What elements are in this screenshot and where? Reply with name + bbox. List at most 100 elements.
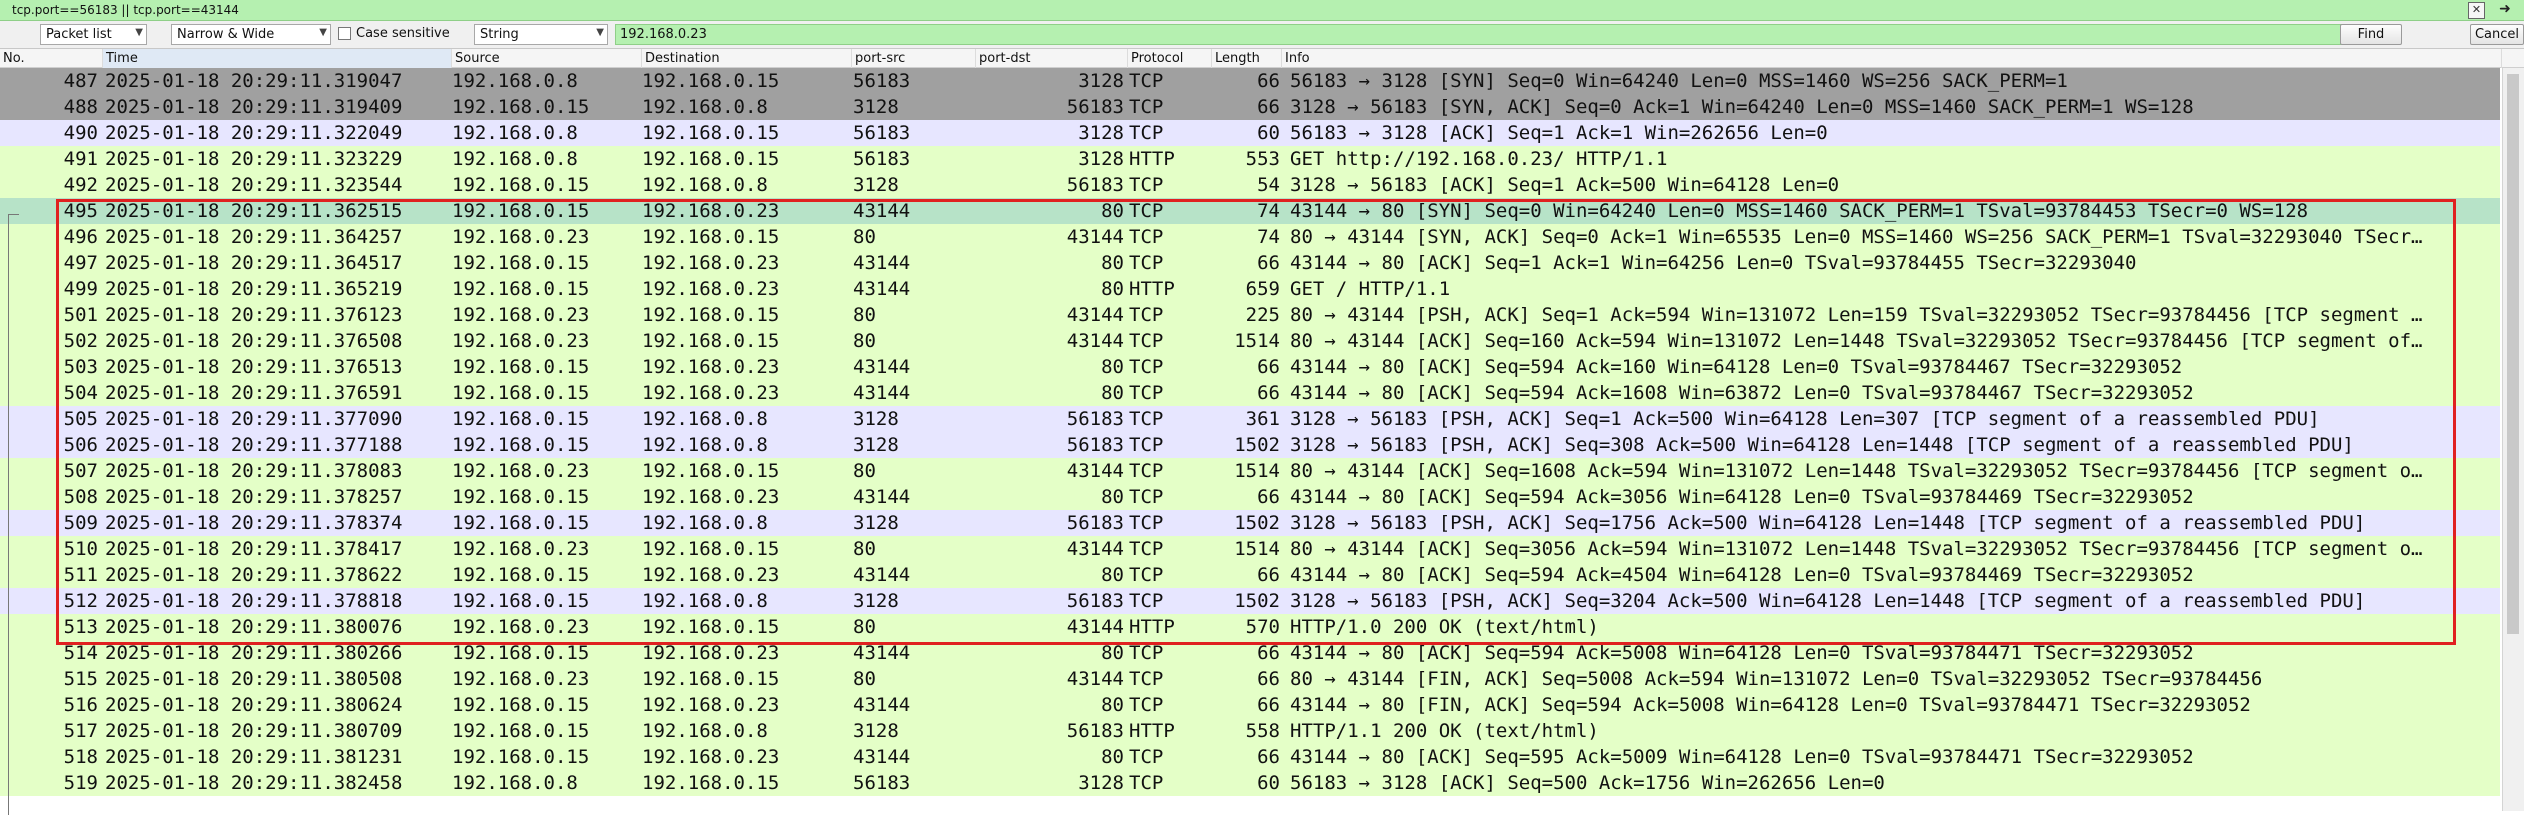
packet-cell-src: 192.168.0.23 — [452, 616, 590, 638]
packet-row[interactable]: 501 2025-01-18 20:29:11.376123 192.168.0.2… — [0, 302, 2500, 328]
packet-cell-dst: 192.168.0.15 — [642, 304, 780, 326]
packet-cell-len: 225 — [1245, 304, 1280, 326]
vertical-scrollbar[interactable] — [2502, 68, 2524, 811]
packet-cell-dport: 80 — [1101, 694, 1124, 716]
display-filter-bar[interactable]: tcp.port==56183 || tcp.port==43144 ✕ ➜ — [0, 0, 2524, 21]
column-header-port-src[interactable]: port-src — [852, 49, 976, 68]
packet-cell-dst: 192.168.0.23 — [642, 382, 780, 404]
packet-cell-src: 192.168.0.15 — [452, 512, 590, 534]
packet-cell-src: 192.168.0.15 — [452, 486, 590, 508]
search-scope-select[interactable]: Packet list ▼ — [40, 24, 147, 45]
packet-row[interactable]: 517 2025-01-18 20:29:11.380709 192.168.0.1… — [0, 718, 2500, 744]
packet-cell-time: 2025-01-18 20:29:11.378622 — [105, 564, 403, 586]
packet-row[interactable]: 490 2025-01-18 20:29:11.322049 192.168.0.8… — [0, 120, 2500, 146]
packet-row[interactable]: 519 2025-01-18 20:29:11.382458 192.168.0.8… — [0, 770, 2500, 796]
packet-cell-dport: 43144 — [1066, 460, 1124, 482]
packet-row[interactable]: 488 2025-01-18 20:29:11.319409 192.168.0.1… — [0, 94, 2500, 120]
packet-cell-time: 2025-01-18 20:29:11.380076 — [105, 616, 403, 638]
packet-cell-proto: TCP — [1129, 122, 1164, 144]
packet-cell-time: 2025-01-18 20:29:11.382458 — [105, 772, 403, 794]
packet-row[interactable]: 511 2025-01-18 20:29:11.378622 192.168.0.1… — [0, 562, 2500, 588]
packet-cell-time: 2025-01-18 20:29:11.364517 — [105, 252, 403, 274]
packet-cell-dst: 192.168.0.8 — [642, 590, 768, 612]
packet-cell-src: 192.168.0.15 — [452, 694, 590, 716]
packet-row[interactable]: 499 2025-01-18 20:29:11.365219 192.168.0.1… — [0, 276, 2500, 302]
packet-cell-sport: 80 — [853, 668, 876, 690]
packet-cell-dst: 192.168.0.15 — [642, 226, 780, 248]
packet-cell-dst: 192.168.0.15 — [642, 616, 780, 638]
packet-row[interactable]: 492 2025-01-18 20:29:11.323544 192.168.0.1… — [0, 172, 2500, 198]
packet-row[interactable]: 506 2025-01-18 20:29:11.377188 192.168.0.1… — [0, 432, 2500, 458]
apply-filter-arrow-right-icon[interactable]: ➜ — [2490, 2, 2520, 17]
column-header-length[interactable]: Length — [1212, 49, 1282, 68]
packet-cell-info: 3128 → 56183 [ACK] Seq=1 Ack=500 Win=641… — [1290, 174, 1840, 196]
packet-cell-dst: 192.168.0.23 — [642, 200, 780, 222]
column-header-time[interactable]: Time — [103, 49, 452, 68]
packet-cell-dst: 192.168.0.15 — [642, 148, 780, 170]
packet-row[interactable]: 507 2025-01-18 20:29:11.378083 192.168.0.2… — [0, 458, 2500, 484]
packet-row[interactable]: 496 2025-01-18 20:29:11.364257 192.168.0.2… — [0, 224, 2500, 250]
packet-row[interactable]: 510 2025-01-18 20:29:11.378417 192.168.0.2… — [0, 536, 2500, 562]
packet-row[interactable]: 491 2025-01-18 20:29:11.323229 192.168.0.8… — [0, 146, 2500, 172]
packet-cell-sport: 80 — [853, 226, 876, 248]
packet-cell-sport: 43144 — [853, 642, 911, 664]
packet-row[interactable]: 516 2025-01-18 20:29:11.380624 192.168.0.1… — [0, 692, 2500, 718]
packet-cell-src: 192.168.0.15 — [452, 174, 590, 196]
packet-row[interactable]: 513 2025-01-18 20:29:11.380076 192.168.0.2… — [0, 614, 2500, 640]
packet-cell-time: 2025-01-18 20:29:11.377188 — [105, 434, 403, 456]
packet-list[interactable]: 487 2025-01-18 20:29:11.319047 192.168.0.8… — [0, 68, 2500, 811]
column-header-protocol[interactable]: Protocol — [1128, 49, 1212, 68]
packet-cell-src: 192.168.0.15 — [452, 252, 590, 274]
packet-cell-time: 2025-01-18 20:29:11.381231 — [105, 746, 403, 768]
search-type-select[interactable]: String ▼ — [474, 24, 608, 45]
width-mode-select[interactable]: Narrow & Wide ▼ — [171, 24, 331, 45]
packet-row[interactable]: 518 2025-01-18 20:29:11.381231 192.168.0.1… — [0, 744, 2500, 770]
packet-cell-len: 659 — [1245, 278, 1280, 300]
packet-cell-sport: 3128 — [853, 720, 899, 742]
packet-row[interactable]: 504 2025-01-18 20:29:11.376591 192.168.0.1… — [0, 380, 2500, 406]
packet-cell-sport: 43144 — [853, 382, 911, 404]
packet-cell-dport: 56183 — [1066, 174, 1124, 196]
packet-cell-sport: 56183 — [853, 772, 911, 794]
packet-cell-proto: TCP — [1129, 174, 1164, 196]
column-header-destination[interactable]: Destination — [642, 49, 852, 68]
scrollbar-thumb[interactable] — [2507, 74, 2519, 634]
packet-row[interactable]: 515 2025-01-18 20:29:11.380508 192.168.0.2… — [0, 666, 2500, 692]
column-header-source[interactable]: Source — [452, 49, 642, 68]
packet-cell-proto: TCP — [1129, 486, 1164, 508]
packet-cell-info: 43144 → 80 [FIN, ACK] Seq=594 Ack=5008 W… — [1290, 694, 2251, 716]
packet-row[interactable]: 509 2025-01-18 20:29:11.378374 192.168.0.1… — [0, 510, 2500, 536]
packet-row[interactable]: 505 2025-01-18 20:29:11.377090 192.168.0.1… — [0, 406, 2500, 432]
clear-filter-close-icon[interactable]: ✕ — [2468, 2, 2485, 19]
packet-row[interactable]: 487 2025-01-18 20:29:11.319047 192.168.0.8… — [0, 68, 2500, 94]
packet-row[interactable]: 514 2025-01-18 20:29:11.380266 192.168.0.1… — [0, 640, 2500, 666]
case-sensitive-checkbox[interactable] — [338, 27, 351, 40]
packet-row[interactable]: 512 2025-01-18 20:29:11.378818 192.168.0.1… — [0, 588, 2500, 614]
packet-cell-len: 553 — [1245, 148, 1280, 170]
packet-cell-dst: 192.168.0.23 — [642, 356, 780, 378]
packet-cell-info: 56183 → 3128 [SYN] Seq=0 Win=64240 Len=0… — [1290, 70, 2068, 92]
packet-row[interactable]: 502 2025-01-18 20:29:11.376508 192.168.0.2… — [0, 328, 2500, 354]
packet-row[interactable]: 497 2025-01-18 20:29:11.364517 192.168.0.1… — [0, 250, 2500, 276]
column-header-port-dst[interactable]: port-dst — [976, 49, 1128, 68]
packet-cell-time: 2025-01-18 20:29:11.376591 — [105, 382, 403, 404]
column-header-no[interactable]: No. — [0, 49, 103, 68]
display-filter-input[interactable]: tcp.port==56183 || tcp.port==43144 — [12, 3, 239, 17]
column-header-info[interactable]: Info — [1282, 49, 2502, 68]
find-button[interactable]: Find — [2340, 24, 2402, 45]
find-input[interactable]: 192.168.0.23 — [615, 24, 2383, 45]
packet-cell-dport: 43144 — [1066, 538, 1124, 560]
packet-row[interactable]: 495 2025-01-18 20:29:11.362515 192.168.0.1… — [0, 198, 2500, 224]
packet-row[interactable]: 508 2025-01-18 20:29:11.378257 192.168.0.1… — [0, 484, 2500, 510]
packet-cell-len: 361 — [1245, 408, 1280, 430]
packet-cell-sport: 3128 — [853, 590, 899, 612]
packet-cell-src: 192.168.0.8 — [452, 772, 578, 794]
packet-cell-sport: 56183 — [853, 70, 911, 92]
cancel-button[interactable]: Cancel — [2470, 24, 2524, 45]
packet-cell-proto: TCP — [1129, 356, 1164, 378]
packet-cell-src: 192.168.0.15 — [452, 746, 590, 768]
width-mode-value: Narrow & Wide — [177, 27, 275, 42]
packet-row[interactable]: 503 2025-01-18 20:29:11.376513 192.168.0.1… — [0, 354, 2500, 380]
packet-cell-dst: 192.168.0.8 — [642, 512, 768, 534]
packet-cell-len: 66 — [1257, 356, 1280, 378]
